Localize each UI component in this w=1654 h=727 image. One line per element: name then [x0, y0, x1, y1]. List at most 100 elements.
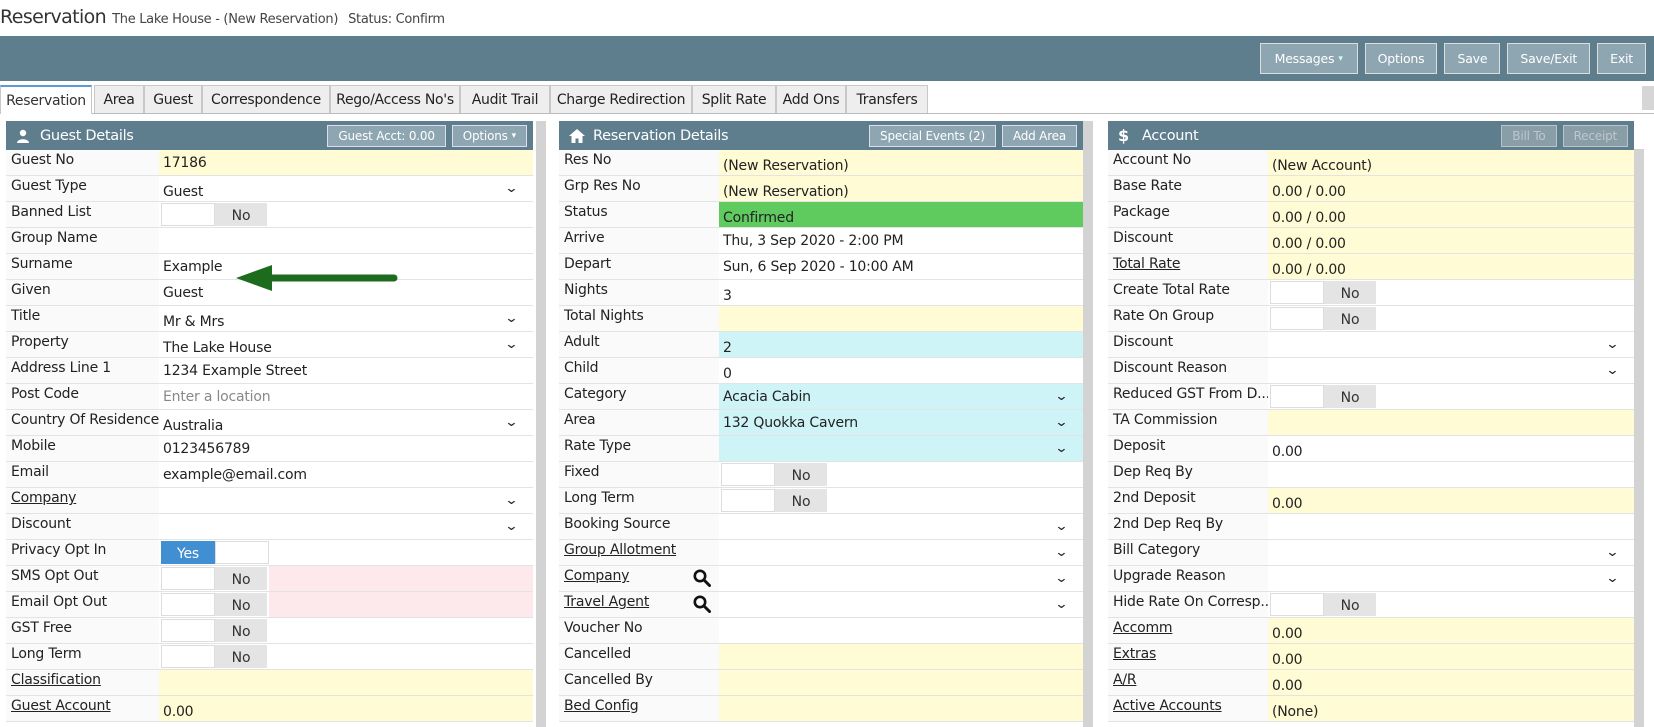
field-label-guest-account[interactable]: Guest Account [6, 696, 159, 721]
field-value-hide-rate-on-corresp[interactable]: No [1268, 592, 1634, 617]
receipt-button[interactable]: Receipt [1562, 125, 1628, 147]
field-value-create-total-rate[interactable]: No [1268, 280, 1634, 305]
field-label-bed-config[interactable]: Bed Config [559, 696, 719, 721]
tab-rego-access[interactable]: Rego/Access No's [330, 85, 460, 113]
field-value-group-allotment[interactable]: ⌄ [719, 540, 1083, 565]
field-value-rate-on-group[interactable]: No [1268, 306, 1634, 331]
chevron-down-icon[interactable]: ⌄ [1055, 441, 1069, 456]
chevron-down-icon[interactable]: ⌄ [1606, 337, 1620, 352]
guest-options-button[interactable]: Options ▾ [451, 125, 527, 147]
rate-on-group-toggle[interactable]: No [1270, 307, 1376, 330]
field-value-category[interactable]: Acacia Cabin ⌄ [719, 384, 1083, 409]
guest-panel-scrollbar[interactable] [536, 121, 546, 727]
field-value-grp-res-no[interactable]: (New Reservation) [719, 176, 1083, 201]
field-value-email-opt-out[interactable]: No [159, 592, 533, 617]
field-value-discount[interactable]: ⌄ [159, 514, 533, 539]
tab-reservation[interactable]: Reservation [0, 85, 92, 114]
chevron-down-icon[interactable]: ⌄ [1055, 389, 1069, 404]
field-value-country-of-residence[interactable]: Australia ⌄ [159, 410, 533, 435]
email-opt-out-toggle[interactable]: No [161, 593, 267, 616]
field-label-accomm[interactable]: Accomm [1108, 618, 1268, 643]
field-value-banned-list[interactable]: No [159, 202, 533, 227]
reduced-gst-from-d-toggle[interactable]: No [1270, 385, 1376, 408]
chevron-down-icon[interactable]: ⌄ [505, 415, 519, 430]
field-value-gst-free[interactable]: No [159, 618, 533, 643]
field-value-sms-opt-out[interactable]: No [159, 566, 533, 591]
add-area-button[interactable]: Add Area [1001, 125, 1077, 147]
field-value-cancelled[interactable] [719, 644, 1083, 669]
field-value-active-accounts[interactable]: (None) [1268, 696, 1634, 721]
field-label-active-accounts[interactable]: Active Accounts [1108, 696, 1268, 721]
guest-account-button[interactable]: Guest Acct: 0.00 [327, 125, 446, 147]
field-label-company[interactable]: Company [6, 488, 159, 513]
options-button[interactable]: Options [1364, 43, 1438, 74]
field-value-guest-type[interactable]: Guest ⌄ [159, 176, 533, 201]
messages-button[interactable]: Messages ▾ [1259, 43, 1358, 74]
field-label-a-r[interactable]: A/R [1108, 670, 1268, 695]
tab-guest[interactable]: Guest [144, 85, 202, 113]
field-value-group-name[interactable] [159, 228, 533, 253]
banned-list-toggle[interactable]: No [161, 203, 267, 226]
field-value-bed-config[interactable] [719, 696, 1083, 721]
field-value-area[interactable]: 132 Quokka Cavern ⌄ [719, 410, 1083, 435]
field-value-base-rate[interactable]: 0.00 / 0.00 [1268, 176, 1634, 201]
create-total-rate-toggle[interactable]: No [1270, 281, 1376, 304]
field-value-upgrade-reason[interactable]: ⌄ [1268, 566, 1634, 591]
field-value-long-term[interactable]: No [159, 644, 533, 669]
field-value-extras[interactable]: 0.00 [1268, 644, 1634, 669]
tab-audit-trail[interactable]: Audit Trail [460, 85, 550, 113]
field-value-child[interactable]: 0 [719, 358, 1083, 383]
field-label-total-rate[interactable]: Total Rate [1108, 254, 1268, 279]
field-value-privacy-opt-in[interactable]: Yes [159, 540, 533, 565]
field-value-discount[interactable]: ⌄ [1268, 332, 1634, 357]
field-value-bill-category[interactable]: ⌄ [1268, 540, 1634, 565]
chevron-down-icon[interactable]: ⌄ [505, 311, 519, 326]
save-button[interactable]: Save [1444, 43, 1501, 74]
field-value-2nd-dep-req-by[interactable] [1268, 514, 1634, 539]
field-value-discount-reason[interactable]: ⌄ [1268, 358, 1634, 383]
field-value-total-rate[interactable]: 0.00 / 0.00 [1268, 254, 1634, 279]
chevron-down-icon[interactable]: ⌄ [1055, 571, 1069, 586]
field-value-company[interactable]: ⌄ [159, 488, 533, 513]
hide-rate-on-corresp-toggle[interactable]: No [1270, 593, 1376, 616]
long-term-toggle[interactable]: No [161, 645, 267, 668]
field-value-deposit[interactable]: 0.00 [1268, 436, 1634, 461]
special-events-button[interactable]: Special Events (2) [869, 125, 996, 147]
chevron-down-icon[interactable]: ⌄ [505, 493, 519, 508]
field-value-total-nights[interactable] [719, 306, 1083, 331]
field-value-package[interactable]: 0.00 / 0.00 [1268, 202, 1634, 227]
field-value-long-term[interactable]: No [719, 488, 1083, 513]
field-value-company[interactable]: ⌄ [719, 566, 1083, 591]
exit-button[interactable]: Exit [1597, 43, 1646, 74]
field-value-res-no[interactable]: (New Reservation) [719, 150, 1083, 175]
sms-opt-out-toggle[interactable]: No [161, 567, 267, 590]
save-exit-button[interactable]: Save/Exit [1507, 43, 1591, 74]
field-value-classification[interactable] [159, 670, 533, 695]
chevron-down-icon[interactable]: ⌄ [1055, 415, 1069, 430]
tab-correspondence[interactable]: Correspondence [202, 85, 330, 113]
chevron-down-icon[interactable]: ⌄ [505, 181, 519, 196]
field-value-accomm[interactable]: 0.00 [1268, 618, 1634, 643]
chevron-down-icon[interactable]: ⌄ [1606, 571, 1620, 586]
field-value-property[interactable]: The Lake House ⌄ [159, 332, 533, 357]
chevron-down-icon[interactable]: ⌄ [505, 519, 519, 534]
field-value-account-no[interactable]: (New Account) [1268, 150, 1634, 175]
chevron-down-icon[interactable]: ⌄ [1055, 519, 1069, 534]
bill-to-button[interactable]: Bill To [1501, 125, 1557, 147]
field-label-group-allotment[interactable]: Group Allotment [559, 540, 719, 565]
field-value-nights[interactable]: 3 [719, 280, 1083, 305]
field-label-extras[interactable]: Extras [1108, 644, 1268, 669]
field-value-2nd-deposit[interactable]: 0.00 [1268, 488, 1634, 513]
long-term-toggle[interactable]: No [721, 489, 827, 512]
field-value-discount[interactable]: 0.00 / 0.00 [1268, 228, 1634, 253]
field-value-mobile[interactable]: 0123456789 [159, 436, 533, 461]
field-value-arrive[interactable]: Thu, 3 Sep 2020 - 2:00 PM [719, 228, 1083, 253]
field-value-voucher-no[interactable] [719, 618, 1083, 643]
field-value-post-code[interactable]: Enter a location [159, 384, 533, 409]
field-value-dep-req-by[interactable] [1268, 462, 1634, 487]
tab-transfers[interactable]: Transfers [846, 85, 928, 113]
field-value-travel-agent[interactable]: ⌄ [719, 592, 1083, 617]
search-icon[interactable] [693, 595, 711, 613]
tab-area[interactable]: Area [94, 85, 144, 113]
field-value-title[interactable]: Mr & Mrs ⌄ [159, 306, 533, 331]
